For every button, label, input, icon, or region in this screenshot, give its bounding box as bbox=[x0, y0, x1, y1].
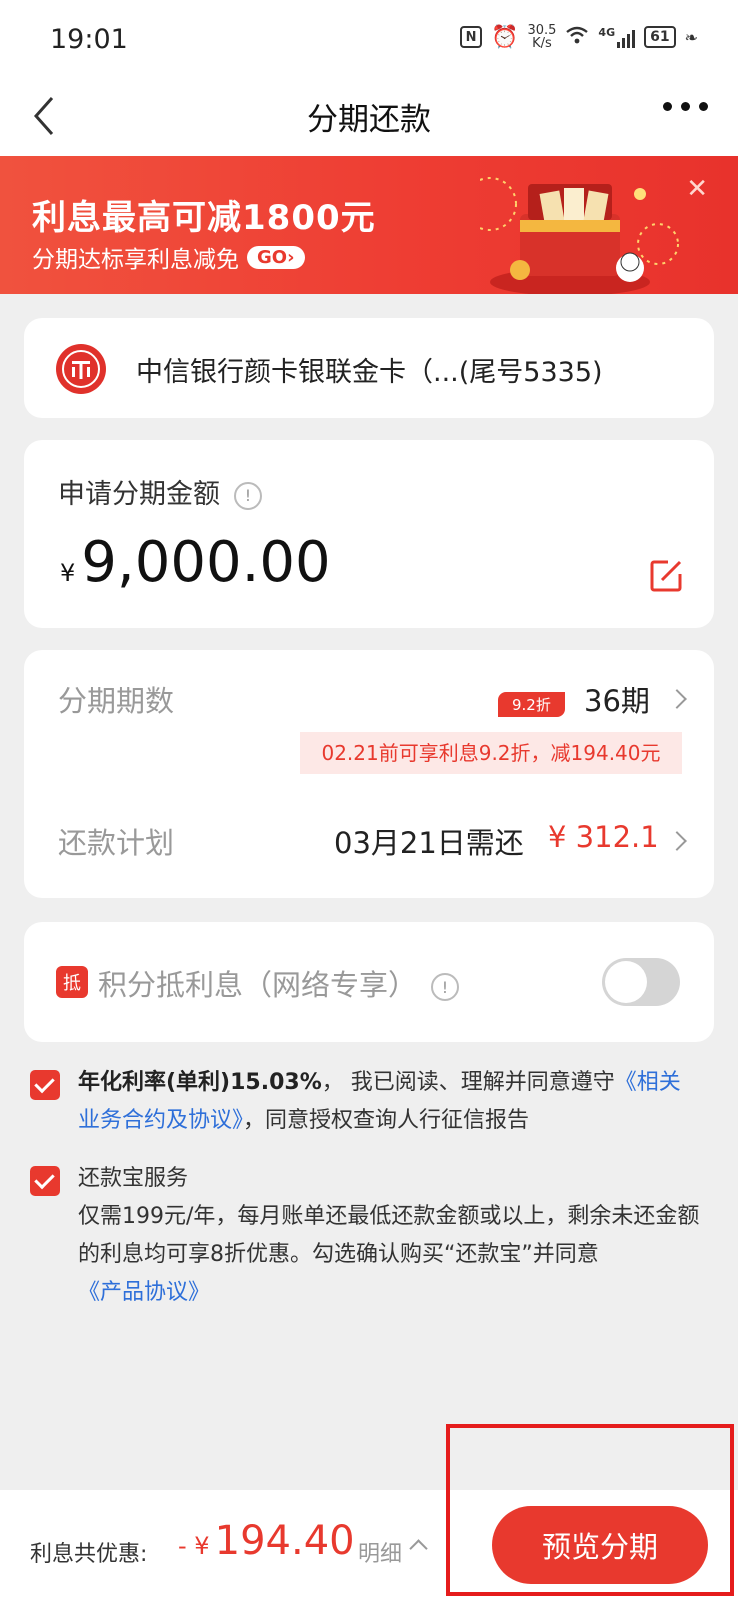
amount-label: 申请分期金额 bbox=[58, 479, 220, 510]
alarm-icon: ⏰ bbox=[491, 24, 519, 50]
currency-symbol: ¥ bbox=[60, 559, 76, 587]
signal-type: 4G bbox=[598, 26, 616, 39]
net-speed: 30.5 K/s bbox=[527, 24, 556, 50]
savings-label: 利息共优惠: bbox=[30, 1542, 148, 1567]
info-icon[interactable]: ! bbox=[431, 973, 460, 1001]
info-icon[interactable]: ! bbox=[234, 481, 262, 510]
promo-notice: 02.21前可享利息9.2折，减194.40元 bbox=[300, 732, 682, 774]
gift-box-illustration bbox=[480, 177, 679, 294]
savings-amount: - ¥ 194.40 bbox=[178, 1518, 355, 1564]
go-button[interactable]: GO› bbox=[247, 245, 305, 269]
bank-card-name: 中信银行颜卡银联金卡（...(尾号5335) bbox=[136, 357, 603, 388]
repay-service-text: 还款宝服务 仅需199元/年，每月账单还最低还款金额或以上，剩余未还金额的利息均… bbox=[78, 1160, 702, 1312]
product-agreement-link[interactable]: 《产品协议》 bbox=[78, 1280, 210, 1305]
points-label: 积分抵利息（网络专享） bbox=[98, 968, 418, 1002]
repay-service-title: 还款宝服务 bbox=[78, 1166, 189, 1191]
signal-icon: 4G bbox=[598, 26, 636, 48]
wifi-icon bbox=[565, 25, 589, 49]
deduct-badge: 抵 bbox=[56, 966, 88, 998]
promo-banner[interactable]: 利息最高可减1800元 分期达标享利息减免 GO› ✕ bbox=[0, 156, 738, 294]
leaf-icon: ❧ bbox=[684, 27, 698, 47]
amount-label-row: 申请分期金额! bbox=[58, 472, 262, 511]
discount-badge: 9.2折 bbox=[498, 692, 565, 717]
amount-card: 申请分期金额! ¥9,000.00 bbox=[24, 440, 714, 628]
close-icon[interactable]: ✕ bbox=[686, 174, 708, 204]
banner-subtitle-row: 分期达标享利息减免 GO› bbox=[32, 240, 305, 274]
battery-icon: 61 bbox=[644, 26, 676, 48]
net-speed-unit: K/s bbox=[532, 36, 552, 51]
banner-subtitle: 分期达标享利息减免 bbox=[32, 247, 239, 273]
detail-link[interactable]: 明细 bbox=[358, 1536, 402, 1568]
page-title: 分期还款 bbox=[307, 102, 431, 138]
points-card: 抵 积分抵利息（网络专享）! bbox=[24, 922, 714, 1042]
agreement-text-2: ，同意授权查询人行征信报告 bbox=[243, 1108, 530, 1133]
status-time: 19:01 bbox=[50, 24, 128, 55]
savings-value: 194.40 bbox=[214, 1518, 355, 1564]
plan-date[interactable]: 03月21日需还 bbox=[334, 820, 524, 862]
chevron-right-icon[interactable] bbox=[667, 831, 687, 851]
more-horizontal-icon[interactable] bbox=[663, 102, 708, 111]
points-label-row: 积分抵利息（网络专享）! bbox=[98, 962, 460, 1004]
repay-service-desc: 仅需199元/年，每月账单还最低还款金额或以上，剩余未还金额的利息均可享8折优惠… bbox=[78, 1204, 700, 1267]
status-bar: 19:01 N ⏰ 30.5 K/s 4G 61 ❧ bbox=[0, 0, 738, 80]
repay-service-checkbox[interactable] bbox=[30, 1166, 60, 1196]
toggle-knob bbox=[605, 961, 647, 1003]
nfc-icon: N bbox=[460, 26, 483, 48]
chevron-up-icon[interactable] bbox=[409, 1539, 428, 1558]
interest-rate: 年化利率(单利)15.03% bbox=[78, 1070, 322, 1095]
agreement-text-1: ， 我已阅读、理解并同意遵守 bbox=[321, 1070, 615, 1095]
citic-bank-logo-icon bbox=[56, 344, 106, 394]
savings-prefix: - ¥ bbox=[178, 1532, 210, 1560]
periods-value[interactable]: 36期 bbox=[584, 678, 650, 720]
amount-value: ¥9,000.00 bbox=[60, 530, 331, 595]
periods-label: 分期期数 bbox=[58, 684, 175, 718]
plan-label: 还款计划 bbox=[58, 826, 175, 860]
edit-icon[interactable] bbox=[648, 558, 684, 594]
annotation-highlight-box bbox=[446, 1424, 734, 1596]
status-icons: N ⏰ 30.5 K/s 4G 61 ❧ bbox=[460, 24, 698, 50]
agreement-text: 年化利率(单利)15.03%， 我已阅读、理解并同意遵守《相关业务合约及协议》，… bbox=[78, 1064, 702, 1140]
battery-level: 61 bbox=[650, 29, 670, 45]
chevron-right-icon[interactable] bbox=[667, 689, 687, 709]
amount-number: 9,000.00 bbox=[81, 530, 331, 595]
plan-amount[interactable]: ¥ 312.1 bbox=[548, 820, 659, 854]
points-toggle[interactable] bbox=[602, 958, 680, 1006]
installment-card: 分期期数 9.2折 36期 02.21前可享利息9.2折，减194.40元 还款… bbox=[24, 650, 714, 898]
nav-bar: 分期还款 bbox=[0, 80, 738, 156]
agreement-checkbox[interactable] bbox=[30, 1070, 60, 1100]
bank-card-selector[interactable]: 中信银行颜卡银联金卡（...(尾号5335) bbox=[24, 318, 714, 418]
banner-title: 利息最高可减1800元 bbox=[32, 198, 376, 238]
